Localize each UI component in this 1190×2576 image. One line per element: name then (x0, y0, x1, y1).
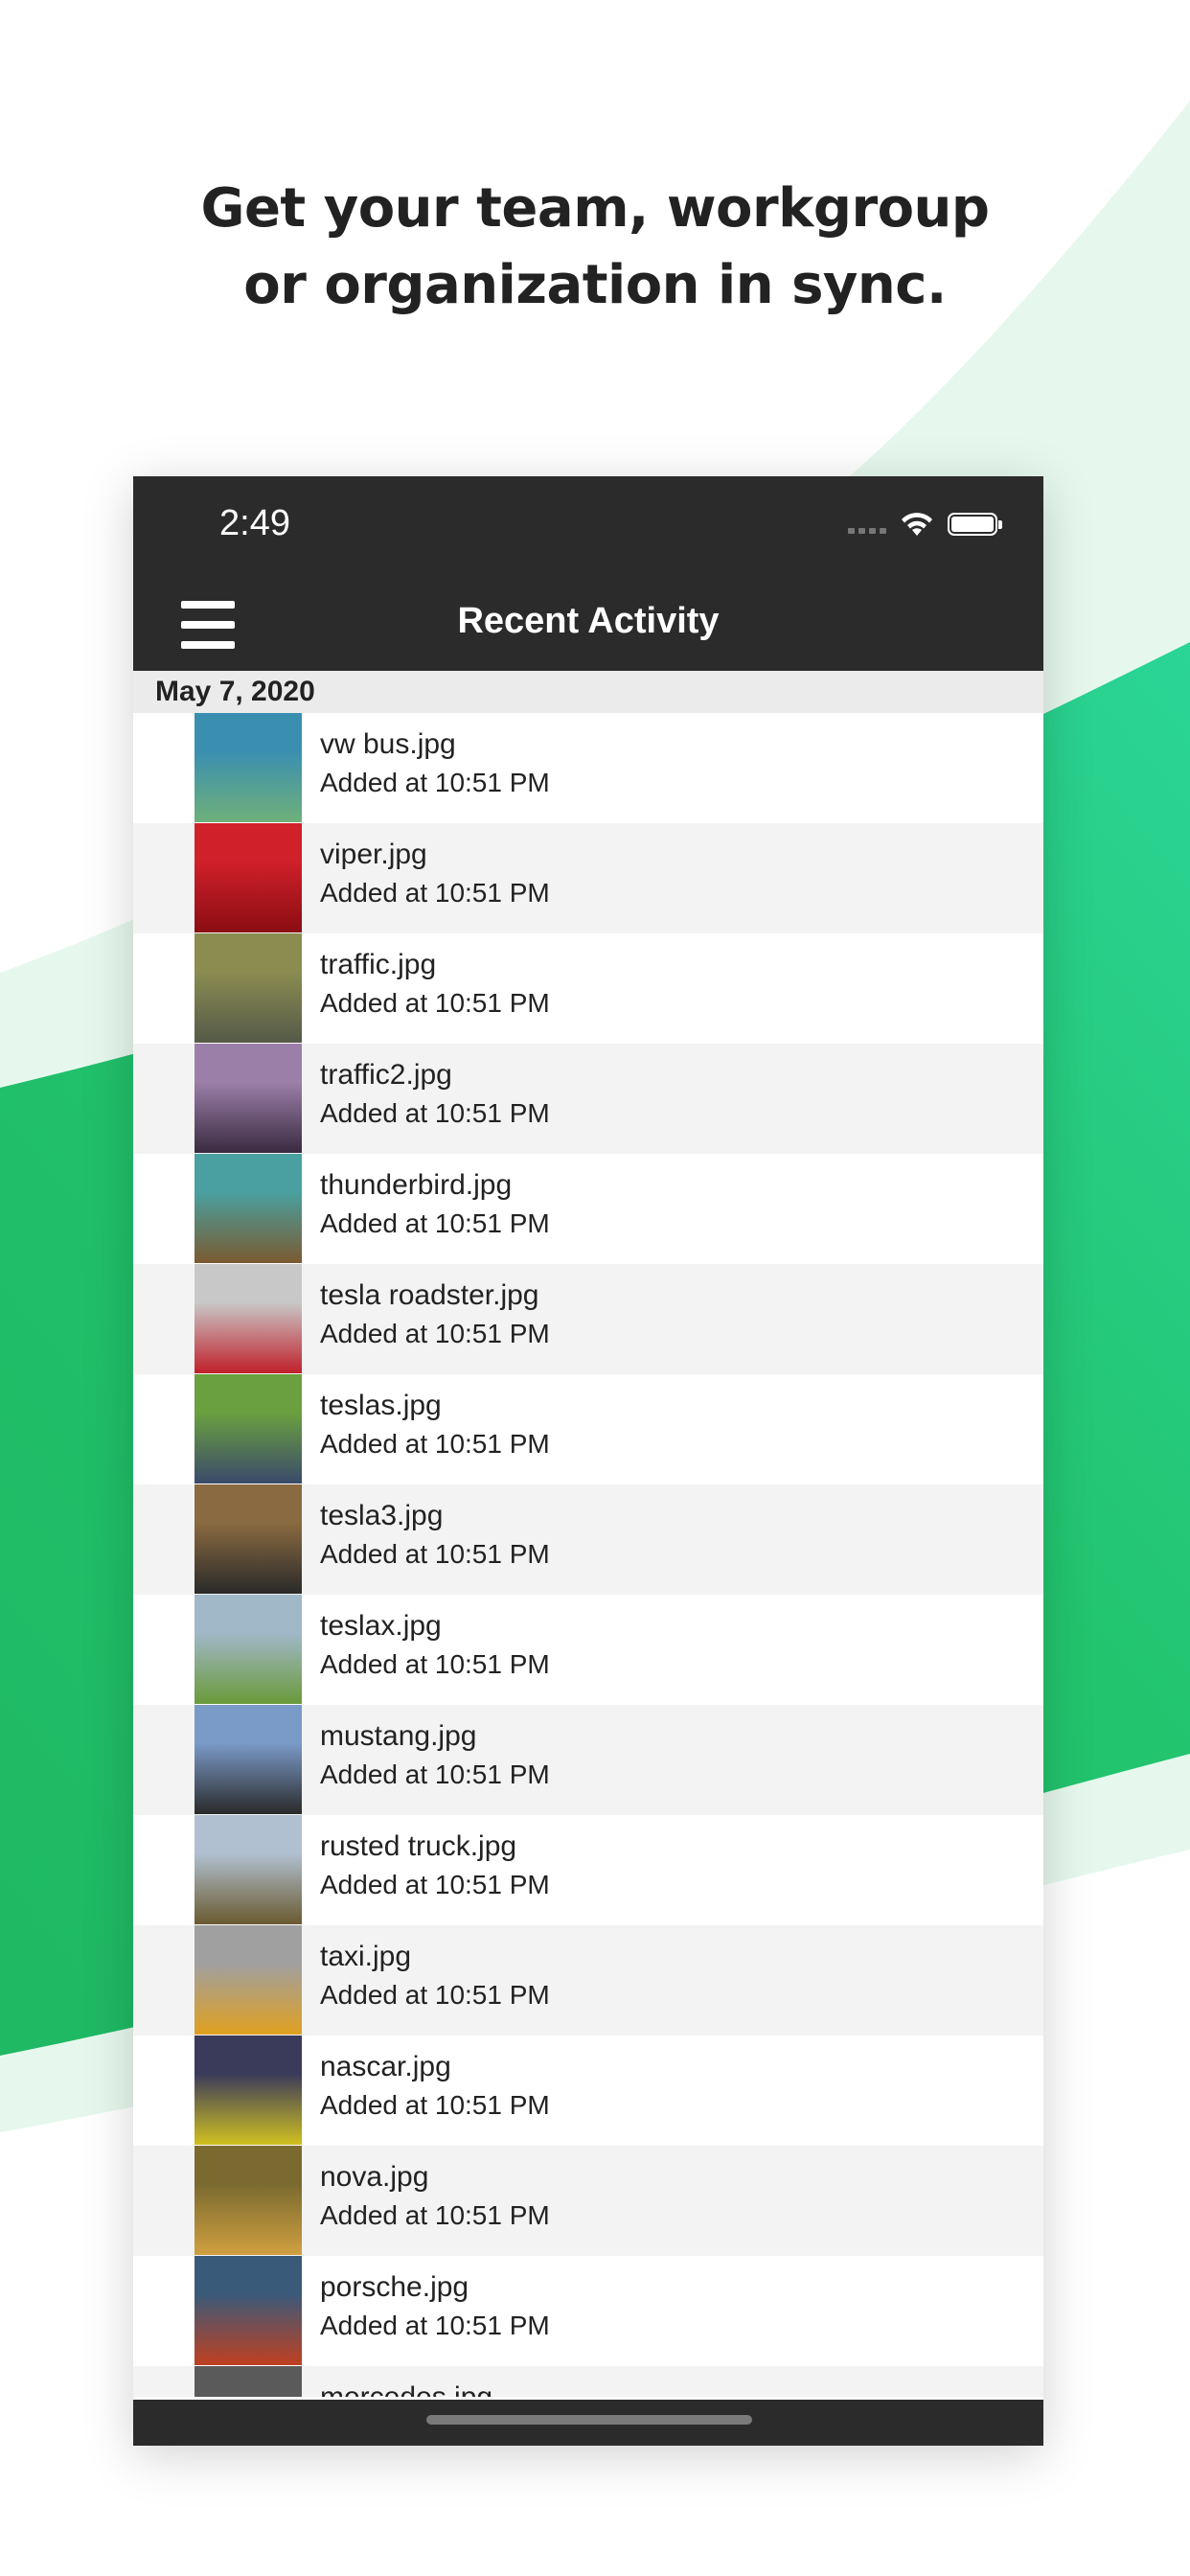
file-name: porsche.jpg (320, 2271, 469, 2303)
list-item[interactable]: porsche.jpg Added at 10:51 PM (133, 2256, 1043, 2366)
list-item[interactable]: traffic2.jpg Added at 10:51 PM (133, 1044, 1043, 1154)
added-time: Added at 10:51 PM (320, 1429, 550, 1459)
photo-thumbnail[interactable] (195, 2036, 302, 2145)
file-name: nova.jpg (320, 2161, 429, 2193)
list-item[interactable]: tesla roadster.jpg Added at 10:51 PM (133, 1264, 1043, 1374)
photo-thumbnail[interactable] (195, 1815, 302, 1924)
added-time: Added at 10:51 PM (320, 1319, 550, 1348)
photo-thumbnail[interactable] (195, 1925, 302, 2035)
added-time: Added at 10:51 PM (320, 1649, 550, 1679)
file-name: mercedes.jpg (320, 2381, 492, 2397)
file-name: taxi.jpg (320, 1941, 412, 1972)
home-indicator[interactable] (426, 2415, 752, 2425)
photo-thumbnail[interactable] (195, 2366, 302, 2397)
section-header-date: May 7, 2020 (133, 671, 1043, 713)
file-name: viper.jpg (320, 839, 427, 870)
file-name: vw bus.jpg (320, 728, 456, 760)
status-icons (848, 509, 1002, 540)
home-bar-area (133, 2400, 1043, 2446)
photo-thumbnail[interactable] (195, 1705, 302, 1814)
list-item[interactable]: vw bus.jpg Added at 10:51 PM (133, 713, 1043, 823)
list-item[interactable]: teslas.jpg Added at 10:51 PM (133, 1374, 1043, 1484)
file-name: mustang.jpg (320, 1720, 477, 1752)
photo-thumbnail[interactable] (195, 1044, 302, 1153)
photo-thumbnail[interactable] (195, 713, 302, 822)
file-name: teslas.jpg (320, 1390, 442, 1421)
photo-thumbnail[interactable] (195, 1484, 302, 1594)
list-item[interactable]: traffic.jpg Added at 10:51 PM (133, 933, 1043, 1044)
list-item[interactable]: thunderbird.jpg Added at 10:51 PM (133, 1154, 1043, 1264)
file-name: teslax.jpg (320, 1610, 442, 1642)
added-time: Added at 10:51 PM (320, 988, 550, 1018)
photo-thumbnail[interactable] (195, 2146, 302, 2255)
added-time: Added at 10:51 PM (320, 1208, 550, 1238)
added-time: Added at 10:51 PM (320, 878, 550, 908)
photo-thumbnail[interactable] (195, 1595, 302, 1704)
list-item[interactable]: nascar.jpg Added at 10:51 PM (133, 2036, 1043, 2146)
file-name: tesla3.jpg (320, 1500, 444, 1531)
photo-thumbnail[interactable] (195, 1264, 302, 1373)
activity-list[interactable]: May 7, 2020 vw bus.jpg Added at 10:51 PM v… (133, 671, 1043, 2397)
list-item[interactable]: mustang.jpg Added at 10:51 PM (133, 1705, 1043, 1815)
added-time: Added at 10:51 PM (320, 1870, 550, 1899)
list-item[interactable]: rusted truck.jpg Added at 10:51 PM (133, 1815, 1043, 1925)
photo-thumbnail[interactable] (195, 1374, 302, 1484)
photo-thumbnail[interactable] (195, 933, 302, 1043)
status-bar: 2:49 (133, 476, 1043, 580)
list-item[interactable]: taxi.jpg Added at 10:51 PM (133, 1925, 1043, 2036)
photo-thumbnail[interactable] (195, 823, 302, 932)
file-name: traffic.jpg (320, 949, 437, 980)
added-time: Added at 10:51 PM (320, 1980, 550, 2010)
wifi-icon (902, 513, 932, 536)
file-name: nascar.jpg (320, 2051, 451, 2082)
added-time: Added at 10:51 PM (320, 1539, 550, 1569)
file-name: traffic2.jpg (320, 1059, 452, 1091)
added-time: Added at 10:51 PM (320, 2311, 550, 2340)
signal-icon (848, 528, 886, 534)
list-item[interactable]: mercedes.jpgAdded at 10:51 PM (133, 2366, 1043, 2397)
added-time: Added at 10:51 PM (320, 2090, 550, 2120)
headline-line-1: Get your team, workgroup (200, 177, 990, 240)
headline: Get your team, workgroup or organization… (0, 171, 1190, 324)
file-name: rusted truck.jpg (320, 1830, 517, 1862)
added-time: Added at 10:51 PM (320, 1760, 550, 1789)
list-item[interactable]: teslax.jpg Added at 10:51 PM (133, 1595, 1043, 1705)
device-screen: 2:49 Recent Activity May 7, 2020 vw bus.… (133, 476, 1043, 2446)
file-name: tesla roadster.jpg (320, 1279, 539, 1311)
page-title: Recent Activity (457, 601, 720, 641)
added-time: Added at 10:51 PM (320, 768, 550, 797)
nav-bar: Recent Activity (133, 580, 1043, 671)
photo-thumbnail[interactable] (195, 2256, 302, 2365)
list-item[interactable]: viper.jpg Added at 10:51 PM (133, 823, 1043, 933)
headline-line-2: or organization in sync. (243, 254, 947, 316)
list-item[interactable]: nova.jpg Added at 10:51 PM (133, 2146, 1043, 2256)
battery-icon (948, 513, 1002, 536)
photo-thumbnail[interactable] (195, 1154, 302, 1263)
added-time: Added at 10:51 PM (320, 2200, 550, 2230)
list-item[interactable]: tesla3.jpg Added at 10:51 PM (133, 1484, 1043, 1595)
file-name: thunderbird.jpg (320, 1169, 513, 1201)
added-time: Added at 10:51 PM (320, 1098, 550, 1128)
status-time: 2:49 (219, 503, 290, 543)
